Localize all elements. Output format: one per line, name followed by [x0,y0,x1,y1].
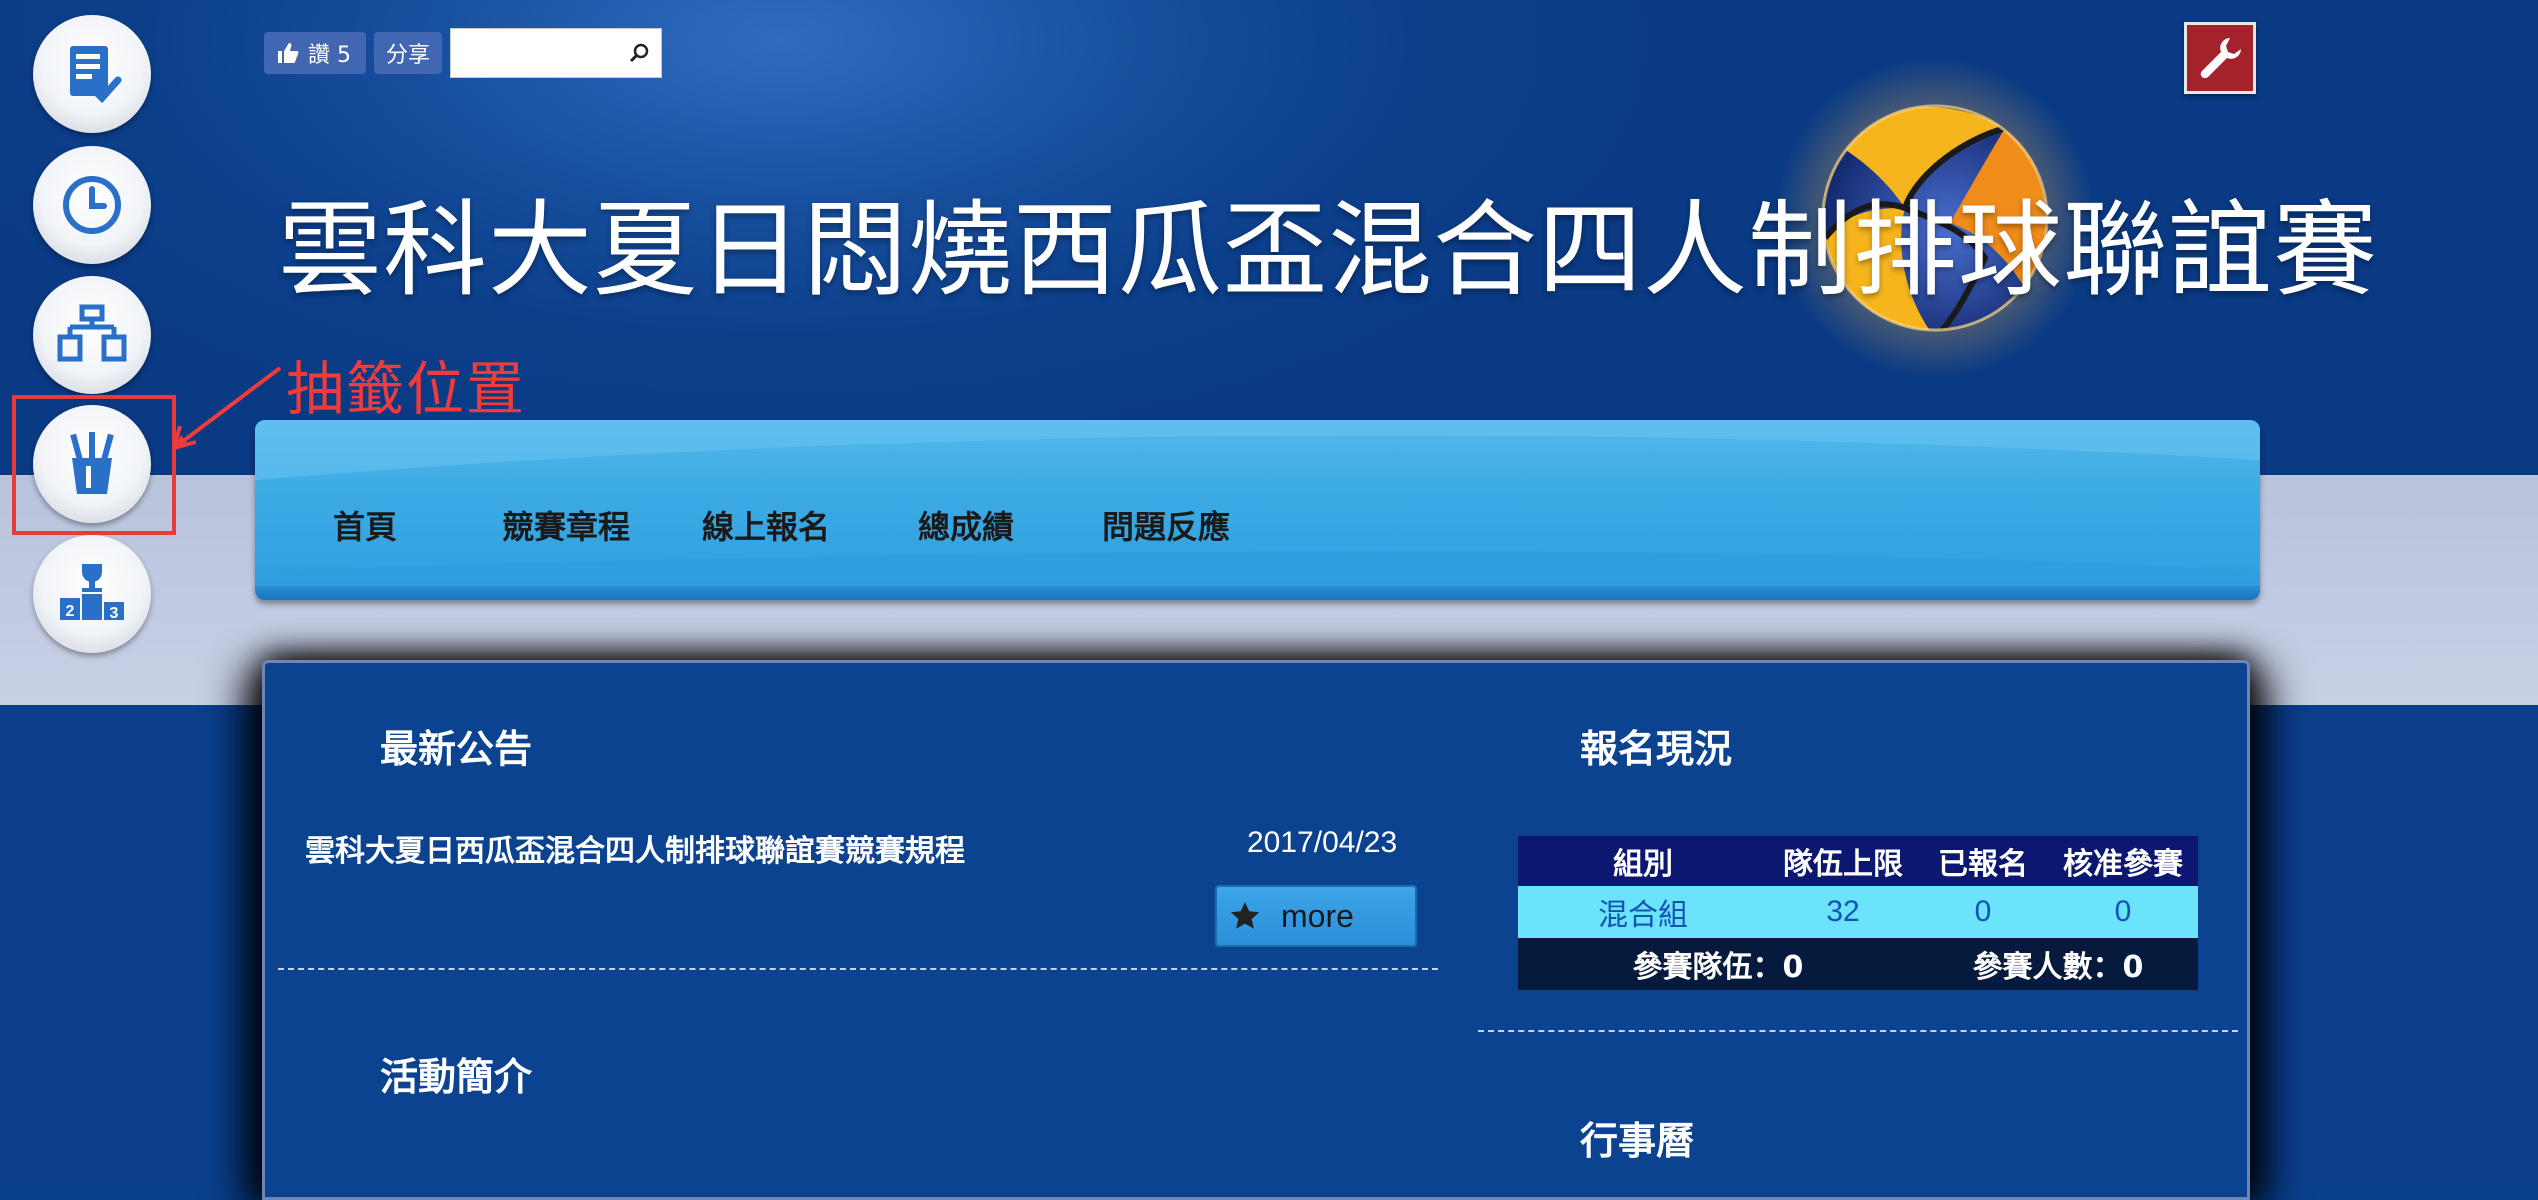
svg-text:2: 2 [66,603,75,620]
svg-text:3: 3 [110,605,119,622]
like-button[interactable]: 讚 5 [264,32,366,74]
summary-row: 參賽隊伍：0 參賽人數：0 [1518,938,2198,990]
highlight-box [12,395,176,535]
clock-icon[interactable] [33,146,151,264]
col-registered: 已報名 [1918,836,2048,886]
nav-register[interactable]: 線上報名 [702,502,830,548]
news-divider [278,968,1438,970]
table-row: 混合組 32 0 0 [1518,886,2198,938]
share-button[interactable]: 分享 [374,32,442,74]
registration-divider [1478,1030,2238,1032]
wrench-icon [2200,38,2241,79]
nav-feedback[interactable]: 問題反應 [1102,502,1230,548]
search-field[interactable] [450,28,662,78]
cell-team-limit: 32 [1768,886,1918,938]
nav-rules[interactable]: 競賽章程 [502,502,630,548]
col-team-limit: 隊伍上限 [1768,836,1918,886]
news-item-link[interactable]: 雲科大夏日西瓜盃混合四人制排球聯誼賽競賽規程 [305,826,965,870]
registration-header-row: 組別 隊伍上限 已報名 核准參賽 [1518,836,2198,886]
summary-teams: 參賽隊伍：0 [1518,938,1918,990]
annotation-label: 抽籤位置 [286,355,527,423]
calendar-title: 行事曆 [1580,1119,1695,1163]
registration-table: 組別 隊伍上限 已報名 核准參賽 混合組 32 0 0 參賽隊伍：0 參賽人數：… [1518,836,2198,990]
col-approved: 核准參賽 [2048,836,2198,886]
cell-group: 混合組 [1518,886,1768,938]
registration-title: 報名現況 [1580,727,1733,771]
cell-registered: 0 [1918,886,2048,938]
like-count: 讚 5 [308,43,351,68]
search-input[interactable] [451,29,627,75]
site-title: 雲科大夏日悶燒西瓜盃混合四人制排球聯誼賽 [278,189,2379,311]
cell-approved: 0 [2048,886,2198,938]
thumbs-up-icon [278,43,299,63]
search-icon[interactable] [629,42,651,64]
bracket-icon[interactable] [33,276,151,394]
col-group: 組別 [1518,836,1768,886]
star-icon [1230,902,1260,929]
news-item-date: 2017/04/23 [1247,826,1398,859]
more-button[interactable]: more [1215,885,1417,947]
more-label: more [1281,897,1354,934]
news-title: 最新公告 [380,727,533,771]
intro-title: 活動簡介 [380,1055,533,1099]
nav-results[interactable]: 總成績 [918,502,1014,548]
nav-home[interactable]: 首頁 [333,502,397,548]
registration-list-icon[interactable] [33,15,151,133]
podium-trophy-icon[interactable]: 2 3 [33,535,151,653]
summary-people: 參賽人數：0 [1918,938,2198,990]
settings-tool-button[interactable] [2184,22,2256,94]
